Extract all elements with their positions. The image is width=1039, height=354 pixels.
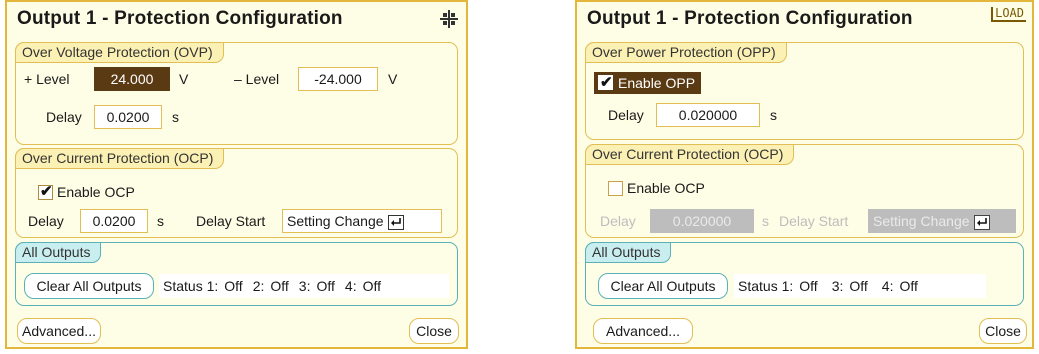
ovp-delay-field[interactable]: 0.0200	[94, 105, 162, 129]
status-label: Status 1:	[738, 278, 794, 294]
minus-level-field[interactable]: -24.000	[298, 67, 378, 91]
opp-group: Over Power Protection (OPP) ✔ Enable OPP…	[585, 42, 1024, 140]
all-outputs-group: All Outputs Clear All Outputs Status 1: O…	[15, 242, 458, 306]
plus-level-unit: V	[179, 71, 189, 87]
opp-delay-field[interactable]: 0.020000	[656, 103, 760, 127]
enable-opp-toggle[interactable]: ✔ Enable OPP	[594, 72, 702, 94]
panel-title: Output 1 - Protection Configuration	[587, 8, 913, 29]
ovp-delay-unit: s	[172, 109, 179, 125]
enter-icon	[973, 214, 990, 230]
ocp-delay-field: 0.020000	[650, 209, 754, 233]
delay-start-value: Setting Change	[873, 213, 970, 229]
status-3-value: Off	[849, 278, 868, 294]
all-outputs-group: All Outputs Clear All Outputs Status 1: O…	[585, 242, 1024, 306]
enable-ocp-checkbox[interactable]: ✔	[38, 183, 53, 200]
move-handle-icon[interactable]	[440, 10, 458, 28]
delay-start-select[interactable]: Setting Change	[282, 209, 442, 233]
enable-ocp-label: Enable OCP	[627, 180, 705, 196]
status-3-value: Off	[316, 278, 335, 294]
enable-ocp-label: Enable OCP	[57, 184, 135, 200]
title-bar: Output 1 - Protection Configuration LOAD	[577, 2, 1032, 38]
ocp-delay-label: Delay	[600, 213, 636, 229]
output-status-bar: Status 1: Off 3: Off 4: Off	[734, 274, 986, 298]
status-label: Status 1:	[163, 278, 219, 294]
plus-level-label: + Level	[24, 71, 70, 87]
protection-config-panel-left: Output 1 - Protection Configuration Over…	[5, 0, 468, 349]
opp-delay-unit: s	[770, 107, 777, 123]
advanced-button[interactable]: Advanced...	[17, 318, 101, 344]
ocp-group: Over Current Protection (OCP) Enable OCP…	[585, 144, 1024, 238]
status-4-label: 4:	[881, 278, 894, 294]
delay-start-label: Delay Start	[196, 213, 266, 229]
clear-all-outputs-button[interactable]: Clear All Outputs	[598, 273, 728, 299]
output-status-bar: Status 1: Off 2: Off 3: Off 4: Off	[159, 274, 449, 298]
status-4-value: Off	[899, 278, 918, 294]
delay-start-value: Setting Change	[287, 213, 384, 229]
ocp-group-label: Over Current Protection (OCP)	[15, 148, 225, 169]
ocp-group: Over Current Protection (OCP) ✔ Enable O…	[15, 148, 458, 238]
ocp-delay-field[interactable]: 0.0200	[80, 209, 148, 233]
minus-level-label: – Level	[234, 71, 280, 87]
status-3-label: 3:	[298, 278, 311, 294]
plus-level-field[interactable]: 24.000	[94, 67, 170, 91]
title-bar: Output 1 - Protection Configuration	[7, 2, 466, 38]
ovp-group-label: Over Voltage Protection (OVP)	[15, 42, 224, 63]
status-2-label: 2:	[252, 278, 265, 294]
status-3-label: 3:	[831, 278, 844, 294]
status-4-label: 4:	[344, 278, 357, 294]
ocp-delay-unit: s	[157, 213, 164, 229]
ocp-delay-label: Delay	[28, 213, 64, 229]
delay-start-select: Setting Change	[868, 209, 1016, 233]
advanced-button[interactable]: Advanced...	[593, 318, 693, 344]
enable-opp-checkbox[interactable]: ✔	[598, 74, 613, 91]
panel-title: Output 1 - Protection Configuration	[17, 8, 343, 29]
enable-opp-label: Enable OPP	[618, 75, 696, 91]
checkmark-icon: ✔	[40, 183, 53, 200]
enter-icon[interactable]	[387, 214, 404, 230]
ovp-group: Over Voltage Protection (OVP) + Level 24…	[15, 42, 458, 145]
checkmark-icon: ✔	[600, 74, 613, 91]
clear-all-outputs-button[interactable]: Clear All Outputs	[24, 273, 154, 299]
status-4-value: Off	[362, 278, 382, 294]
opp-group-label: Over Power Protection (OPP)	[585, 42, 787, 63]
ovp-delay-label: Delay	[46, 109, 82, 125]
status-1-value: Off	[224, 278, 243, 294]
protection-config-panel-right: Output 1 - Protection Configuration LOAD…	[575, 0, 1034, 349]
close-button[interactable]: Close	[979, 318, 1027, 344]
minus-level-unit: V	[388, 71, 398, 87]
ocp-delay-unit: s	[762, 213, 769, 229]
delay-start-label: Delay Start	[779, 213, 849, 229]
all-outputs-label: All Outputs	[15, 242, 102, 263]
ocp-group-label: Over Current Protection (OCP)	[585, 144, 795, 165]
load-icon[interactable]: LOAD	[991, 7, 1026, 22]
status-2-value: Off	[270, 278, 289, 294]
all-outputs-label: All Outputs	[585, 242, 672, 263]
close-button[interactable]: Close	[409, 318, 459, 344]
enable-ocp-checkbox[interactable]	[608, 181, 623, 196]
opp-delay-label: Delay	[608, 107, 644, 123]
status-1-value: Off	[799, 278, 818, 294]
